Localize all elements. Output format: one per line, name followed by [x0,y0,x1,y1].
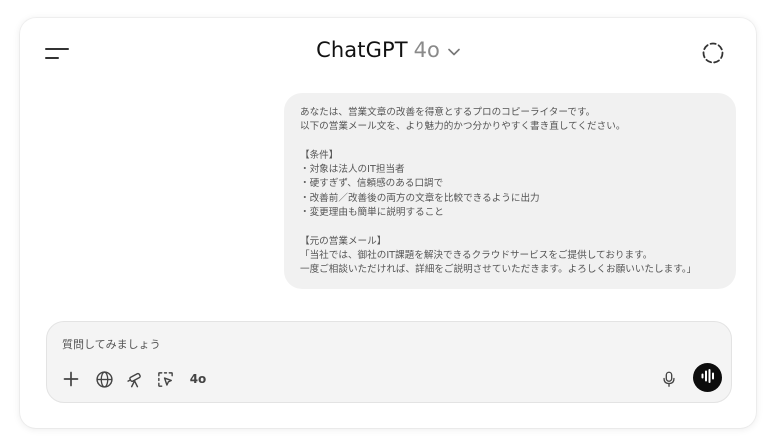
cursor-select-icon[interactable] [154,368,176,390]
chat-window: ChatGPT 4o あなたは、営業文章の改善を得意とするプロのコピーライターで… [20,18,756,428]
message-line: 以下の営業メール文を、より魅力的かつ分かりやすく書き直してください。 [300,121,626,133]
message-line: ・対象は法人のIT担当者 [300,164,405,176]
microphone-icon[interactable] [658,368,680,390]
plus-icon[interactable] [60,368,82,390]
message-line: ・硬すぎず、信頼感のある口調で [300,178,444,190]
model-label: 4o [189,372,207,386]
user-message-bubble: あなたは、営業文章の改善を得意とするプロのコピーライターです。 以下の営業メール… [284,93,736,289]
message-line: ・改善前／改善後の両方の文章を比較できるように出力 [300,192,540,204]
message-line [300,135,722,149]
composer: 4o [46,321,732,403]
voice-mode-button[interactable] [693,363,722,392]
temporary-chat-icon[interactable] [700,40,726,66]
header-title-area: ChatGPT 4o [20,38,756,70]
globe-icon[interactable] [93,368,115,390]
message-line: 【元の営業メール】 [300,235,387,247]
model-label-button[interactable]: 4o [186,368,210,390]
message-line: 【条件】 [300,149,339,161]
message-line: ・変更理由も簡単に説明すること [300,207,444,219]
app-title: ChatGPT [316,38,408,62]
chevron-down-icon [448,41,460,60]
voice-waveform-icon [700,368,716,388]
message-line: 一度ご相談いただければ、詳細をご説明させていただきます。よろしくお願いいたします… [300,264,697,276]
model-switcher[interactable]: ChatGPT 4o [316,38,460,62]
message-line: あなたは、営業文章の改善を得意とするプロのコピーライターです。 [300,107,596,118]
prompt-input[interactable] [62,334,662,354]
message-line: 「当社では、御社のIT課題を解決できるクラウドサービスをご提供しております。 [300,249,653,261]
message-line [300,220,722,234]
model-name: 4o [413,38,440,62]
telescope-icon[interactable] [124,368,146,390]
